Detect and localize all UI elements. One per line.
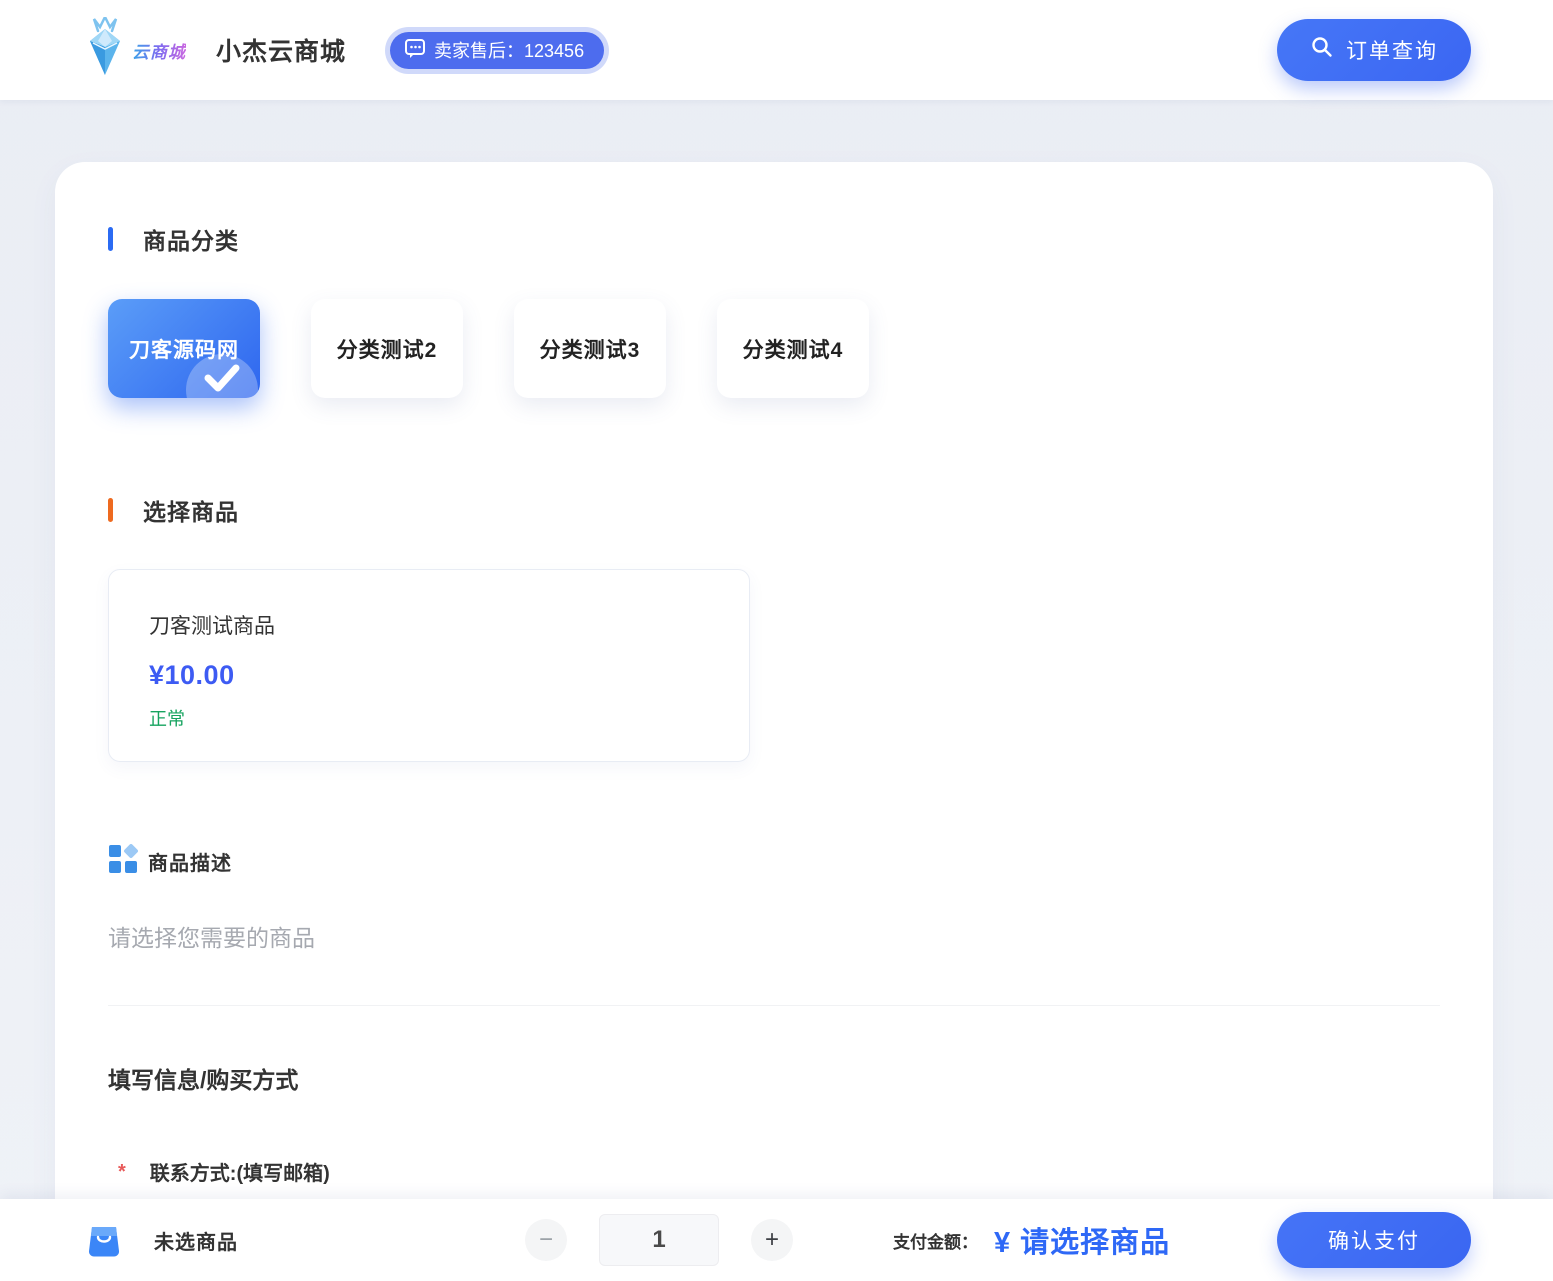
payment-amount-label: 支付金额：: [893, 1228, 978, 1253]
product-card[interactable]: 刀客测试商品 ¥10.00 正常: [108, 569, 750, 762]
chat-icon: [404, 37, 426, 64]
form-title: 填写信息/购买方式: [108, 1061, 1440, 1095]
divider: [108, 1005, 1440, 1006]
product-status: 正常: [149, 705, 709, 731]
category-item[interactable]: 分类测试4: [717, 299, 869, 398]
category-label: 分类测试2: [337, 334, 438, 364]
logo-wordmark: 云商城: [132, 38, 186, 63]
site-logo: 云商城: [80, 17, 188, 84]
category-section-header: 商品分类: [108, 222, 1440, 256]
category-label: 分类测试3: [540, 334, 641, 364]
category-item[interactable]: 分类测试3: [514, 299, 666, 398]
payment-amount: 支付金额： ¥ 请选择商品: [893, 1219, 1170, 1261]
description-title: 商品描述: [148, 847, 232, 876]
cart-status-text: 未选商品: [154, 1226, 238, 1255]
order-query-label: 订单查询: [1346, 35, 1438, 65]
category-list: 刀客源码网 分类测试2 分类测试3 分类测试4: [108, 299, 1440, 398]
product-name: 刀客测试商品: [149, 610, 709, 640]
required-asterisk: *: [118, 1157, 126, 1184]
checkout-bar: 未选商品 − 1 + 支付金额： ¥ 请选择商品 确认支付: [0, 1199, 1553, 1281]
category-item[interactable]: 分类测试2: [311, 299, 463, 398]
grid-icon: [108, 844, 138, 879]
quantity-value[interactable]: 1: [599, 1214, 719, 1266]
product-section-title: 选择商品: [143, 493, 239, 527]
category-section-title: 商品分类: [143, 222, 239, 256]
product-price: ¥10.00: [149, 660, 709, 691]
payment-amount-value: ¥ 请选择商品: [994, 1219, 1170, 1261]
after-sale-badge: 卖家售后：123456: [390, 32, 604, 69]
search-icon: [1310, 35, 1334, 65]
page-title: 小杰云商城: [216, 32, 346, 68]
header: 云商城 小杰云商城 卖家售后：123456 订单查询: [0, 0, 1553, 100]
quantity-increase-button[interactable]: +: [751, 1219, 793, 1261]
cart-status: 未选商品: [84, 1217, 238, 1264]
description-section: 商品描述 请选择您需要的商品: [108, 844, 1440, 1006]
quantity-decrease-button[interactable]: −: [525, 1219, 567, 1261]
description-placeholder: 请选择您需要的商品: [108, 919, 1440, 953]
contact-field-label-row: * 联系方式:(填写邮箱): [108, 1157, 1440, 1186]
orange-accent-bar: [108, 498, 113, 522]
gem-logo-icon: [80, 17, 130, 84]
contact-field-label: 联系方式:(填写邮箱): [150, 1157, 330, 1186]
product-section-header: 选择商品: [108, 493, 1440, 527]
confirm-pay-button[interactable]: 确认支付: [1277, 1212, 1471, 1268]
shopping-bag-icon: [84, 1217, 124, 1264]
blue-accent-bar: [108, 227, 113, 251]
after-sale-text: 卖家售后：123456: [434, 37, 584, 63]
quantity-stepper: − 1 +: [525, 1214, 793, 1266]
main-card: 商品分类 刀客源码网 分类测试2 分类测试3 分类测试4 选择商品 刀客测试商品: [55, 162, 1493, 1272]
order-query-button[interactable]: 订单查询: [1277, 19, 1471, 81]
category-label: 分类测试4: [743, 334, 844, 364]
product-section: 选择商品 刀客测试商品 ¥10.00 正常: [108, 493, 1440, 762]
category-item-selected[interactable]: 刀客源码网: [108, 299, 260, 398]
